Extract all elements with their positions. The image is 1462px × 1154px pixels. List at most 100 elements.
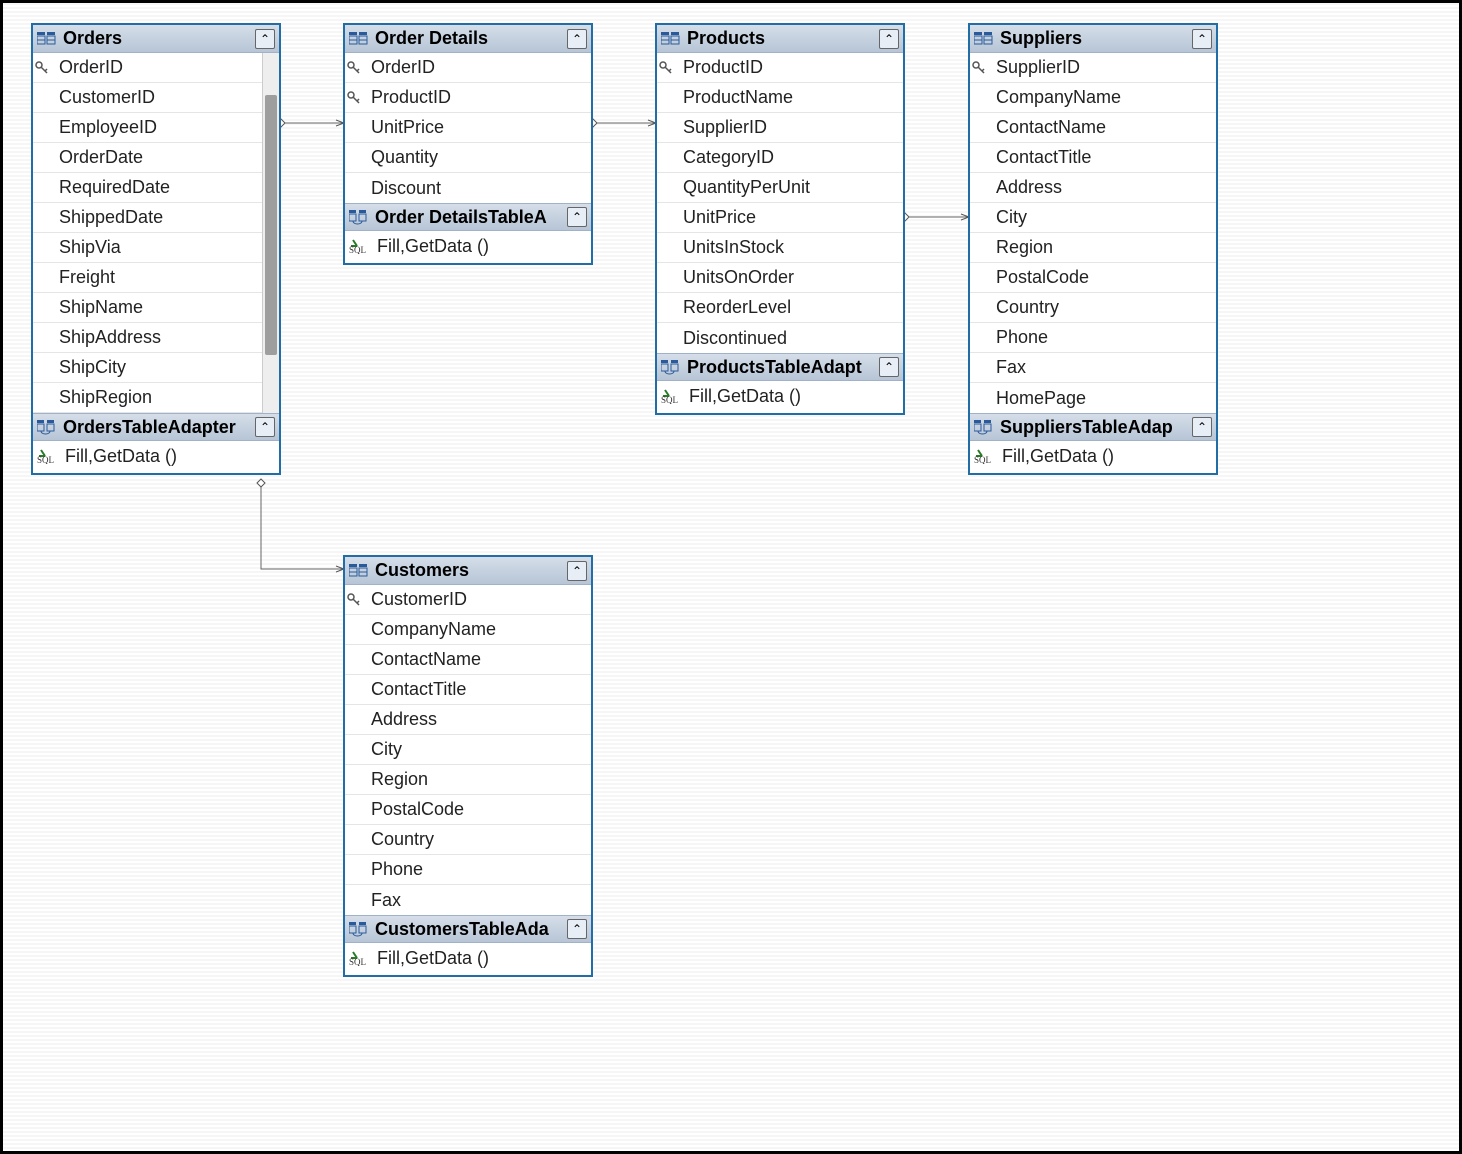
entity-header[interactable]: Order Details ⌃ <box>345 25 591 53</box>
column-row[interactable]: Fax <box>345 885 591 915</box>
collapse-icon[interactable]: ⌃ <box>567 561 587 581</box>
column-name: CustomerID <box>59 87 155 108</box>
column-row[interactable]: UnitPrice <box>345 113 591 143</box>
column-row[interactable]: Freight <box>33 263 263 293</box>
datatable-icon <box>37 30 57 48</box>
column-row[interactable]: UnitsOnOrder <box>657 263 903 293</box>
dataset-designer-canvas[interactable]: Orders ⌃ OrderID CustomerID EmployeeID O… <box>0 0 1462 1154</box>
column-row[interactable]: HomePage <box>970 383 1216 413</box>
column-name: Fax <box>996 357 1026 378</box>
column-row[interactable]: UnitsInStock <box>657 233 903 263</box>
column-row[interactable]: Discount <box>345 173 591 203</box>
column-row[interactable]: City <box>345 735 591 765</box>
column-row[interactable]: EmployeeID <box>33 113 263 143</box>
column-row[interactable]: PostalCode <box>345 795 591 825</box>
column-row[interactable]: Region <box>970 233 1216 263</box>
column-row[interactable]: City <box>970 203 1216 233</box>
column-row[interactable]: Phone <box>970 323 1216 353</box>
fill-method: Fill,GetData () <box>1002 446 1114 467</box>
column-row[interactable]: ProductName <box>657 83 903 113</box>
column-row[interactable]: OrderID <box>345 53 591 83</box>
column-row[interactable]: UnitPrice <box>657 203 903 233</box>
tableadapter-body[interactable]: Fill,GetData () <box>345 943 591 975</box>
column-name: ShipName <box>59 297 143 318</box>
column-row[interactable]: ShipVia <box>33 233 263 263</box>
column-name: City <box>996 207 1027 228</box>
entity-title: Customers <box>375 560 561 581</box>
column-row[interactable]: ProductID <box>657 53 903 83</box>
entity-header[interactable]: Suppliers ⌃ <box>970 25 1216 53</box>
tableadapter-header[interactable]: OrdersTableAdapter ⌃ <box>33 413 279 441</box>
collapse-icon[interactable]: ⌃ <box>567 29 587 49</box>
column-row[interactable]: ShippedDate <box>33 203 263 233</box>
column-name: Freight <box>59 267 115 288</box>
tableadapter-icon <box>37 418 57 436</box>
tableadapter-header[interactable]: CustomersTableAda ⌃ <box>345 915 591 943</box>
tableadapter-body[interactable]: Fill,GetData () <box>657 381 903 413</box>
collapse-icon[interactable]: ⌃ <box>1192 417 1212 437</box>
tableadapter-header[interactable]: ProductsTableAdapt ⌃ <box>657 353 903 381</box>
column-row[interactable]: ContactTitle <box>970 143 1216 173</box>
collapse-icon[interactable]: ⌃ <box>255 417 275 437</box>
entity-orders[interactable]: Orders ⌃ OrderID CustomerID EmployeeID O… <box>31 23 281 475</box>
column-row[interactable]: CategoryID <box>657 143 903 173</box>
column-row[interactable]: QuantityPerUnit <box>657 173 903 203</box>
tableadapter-header[interactable]: Order DetailsTableA ⌃ <box>345 203 591 231</box>
column-row[interactable]: SupplierID <box>657 113 903 143</box>
column-row[interactable]: CustomerID <box>345 585 591 615</box>
collapse-icon[interactable]: ⌃ <box>1192 29 1212 49</box>
column-row[interactable]: ShipName <box>33 293 263 323</box>
sql-icon <box>349 238 371 254</box>
column-row[interactable]: ContactTitle <box>345 675 591 705</box>
collapse-icon[interactable]: ⌃ <box>879 357 899 377</box>
column-row[interactable]: ProductID <box>345 83 591 113</box>
sql-icon <box>349 950 371 966</box>
entity-customers[interactable]: Customers ⌃ CustomerID CompanyName Conta… <box>343 555 593 977</box>
scrollbar-thumb[interactable] <box>265 95 277 355</box>
entity-order_details[interactable]: Order Details ⌃ OrderID ProductID UnitPr… <box>343 23 593 265</box>
column-row[interactable]: Country <box>345 825 591 855</box>
column-row[interactable]: Discontinued <box>657 323 903 353</box>
scrollbar[interactable] <box>262 53 279 413</box>
column-name: Address <box>371 709 437 730</box>
column-row[interactable]: ReorderLevel <box>657 293 903 323</box>
column-row[interactable]: ShipRegion <box>33 383 263 413</box>
entity-header[interactable]: Orders ⌃ <box>33 25 279 53</box>
column-row[interactable]: ContactName <box>970 113 1216 143</box>
collapse-icon[interactable]: ⌃ <box>567 919 587 939</box>
column-row[interactable]: OrderDate <box>33 143 263 173</box>
column-name: Address <box>996 177 1062 198</box>
collapse-icon[interactable]: ⌃ <box>879 29 899 49</box>
entity-products[interactable]: Products ⌃ ProductID ProductName Supplie… <box>655 23 905 415</box>
column-row[interactable]: SupplierID <box>970 53 1216 83</box>
tableadapter-body[interactable]: Fill,GetData () <box>33 441 279 473</box>
column-row[interactable]: Fax <box>970 353 1216 383</box>
column-row[interactable]: Region <box>345 765 591 795</box>
column-row[interactable]: Address <box>345 705 591 735</box>
column-name: Quantity <box>371 147 438 168</box>
column-row[interactable]: ContactName <box>345 645 591 675</box>
entity-header[interactable]: Products ⌃ <box>657 25 903 53</box>
collapse-icon[interactable]: ⌃ <box>255 29 275 49</box>
column-row[interactable]: Phone <box>345 855 591 885</box>
collapse-icon[interactable]: ⌃ <box>567 207 587 227</box>
column-row[interactable]: Quantity <box>345 143 591 173</box>
column-row[interactable]: OrderID <box>33 53 263 83</box>
column-name: Phone <box>371 859 423 880</box>
column-row[interactable]: CompanyName <box>345 615 591 645</box>
column-name: ContactName <box>996 117 1106 138</box>
column-row[interactable]: CustomerID <box>33 83 263 113</box>
column-row[interactable]: ShipAddress <box>33 323 263 353</box>
tableadapter-body[interactable]: Fill,GetData () <box>345 231 591 263</box>
tableadapter-body[interactable]: Fill,GetData () <box>970 441 1216 473</box>
entity-header[interactable]: Customers ⌃ <box>345 557 591 585</box>
entity-suppliers[interactable]: Suppliers ⌃ SupplierID CompanyName Conta… <box>968 23 1218 475</box>
column-row[interactable]: Address <box>970 173 1216 203</box>
tableadapter-header[interactable]: SuppliersTableAdap ⌃ <box>970 413 1216 441</box>
column-row[interactable]: Country <box>970 293 1216 323</box>
sql-icon <box>37 448 59 464</box>
column-row[interactable]: PostalCode <box>970 263 1216 293</box>
column-row[interactable]: RequiredDate <box>33 173 263 203</box>
column-row[interactable]: ShipCity <box>33 353 263 383</box>
column-row[interactable]: CompanyName <box>970 83 1216 113</box>
